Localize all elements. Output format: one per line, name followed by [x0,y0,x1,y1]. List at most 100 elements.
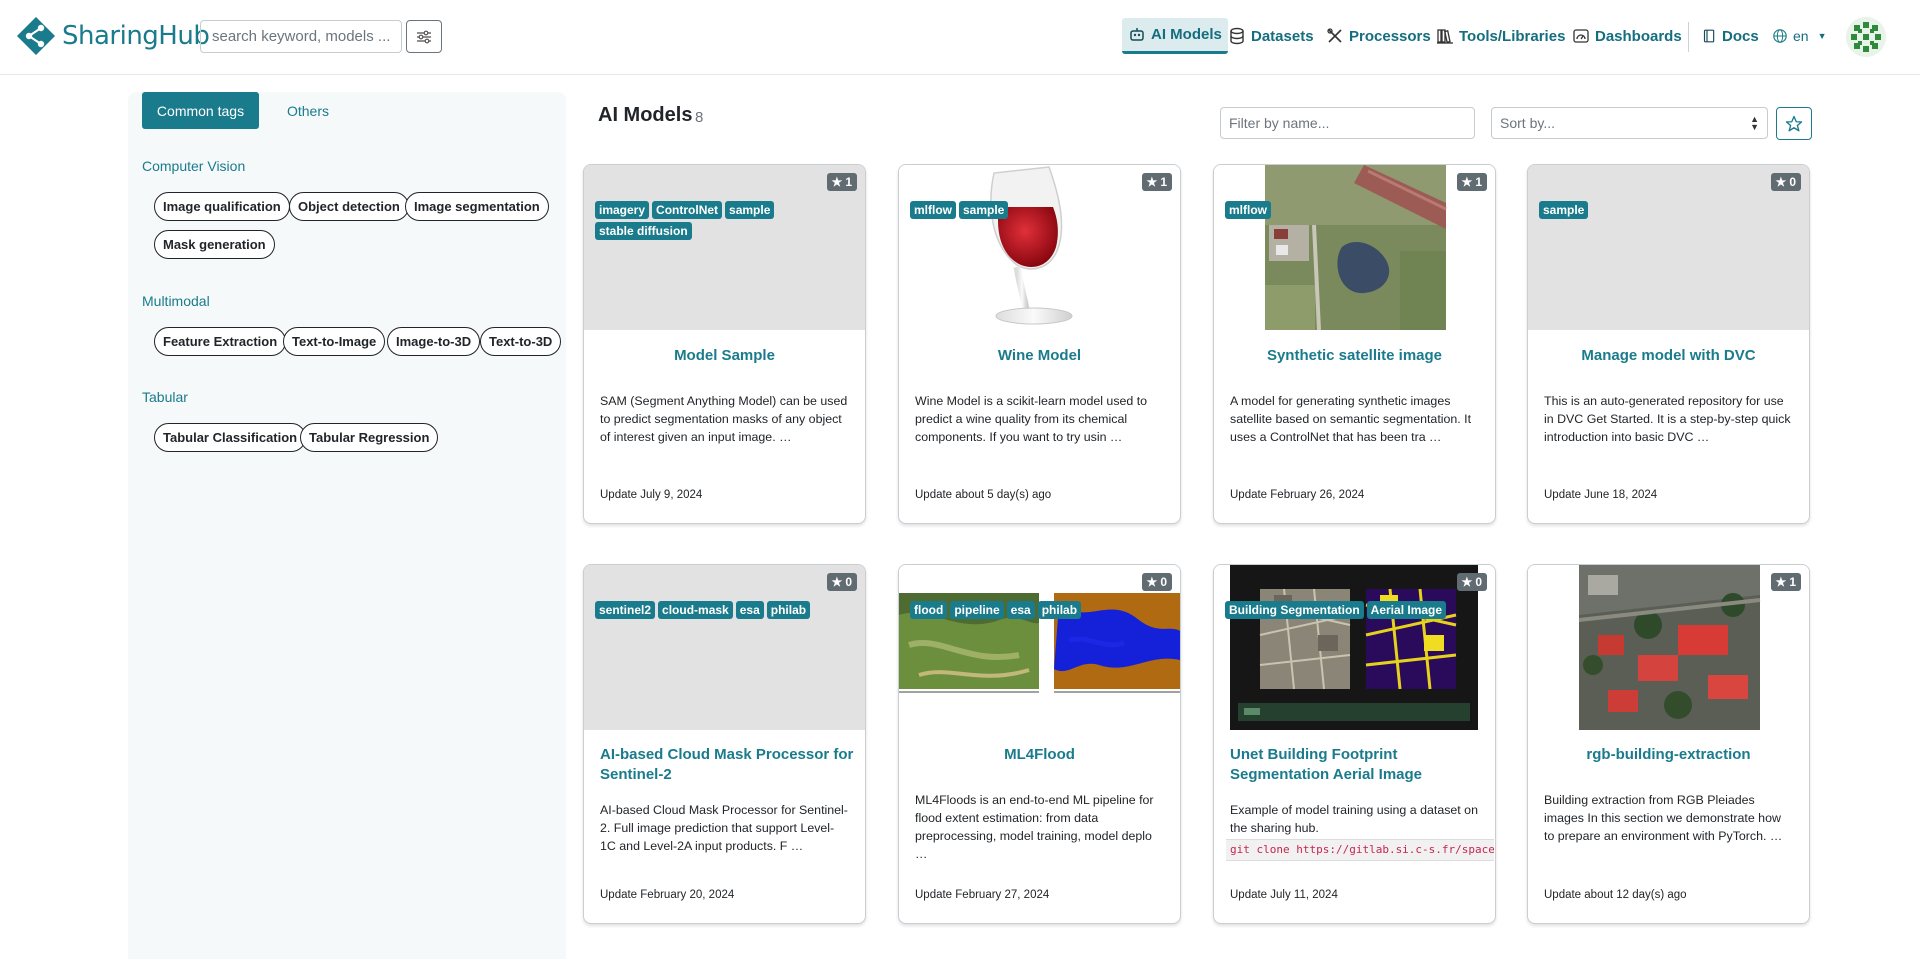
nav-label: Tools/Libraries [1459,27,1566,45]
search-filter-button[interactable] [406,20,442,53]
card-thumbnail [584,565,865,730]
card-thumbnail [1214,165,1495,330]
model-card[interactable]: ★ 0 Building Segmentation Aerial Image Un… [1213,564,1496,924]
tag-chip[interactable]: philab [766,601,811,619]
tag-chip[interactable]: esa [735,601,764,619]
star-count-badge: ★ 1 [826,173,857,191]
card-title[interactable]: Manage model with DVC [1538,346,1799,366]
model-card[interactable]: ★ 0 sentinel2 cloud-mask esa philab AI-ba… [583,564,866,924]
tag-chip[interactable]: philab [1037,601,1082,619]
model-card[interactable]: ★ 1 mlflow sample Wine Model Wine Model i… [898,164,1181,524]
category-title[interactable]: Tabular [142,389,188,405]
tag-pill[interactable]: Image-to-3D [387,327,481,356]
star-count-badge: ★ 1 [1770,573,1801,591]
library-icon [1437,29,1453,44]
tag-pill[interactable]: Mask generation [154,230,275,259]
category-title[interactable]: Computer Vision [142,158,245,174]
tag-chip[interactable]: Building Segmentation [1225,601,1364,619]
tag-chip[interactable]: mlflow [1225,201,1271,219]
model-card[interactable]: ★ 1 rgb-building-extraction Building extr… [1527,564,1810,924]
tag-chip[interactable]: cloud-mask [658,601,733,619]
user-avatar[interactable] [1846,17,1886,57]
card-title[interactable]: Unet Building Footprint Segmentation Aer… [1230,745,1485,785]
star-count-badge: ★ 1 [1456,173,1487,191]
tab-others[interactable]: Others [264,92,352,129]
star-count: 1 [1475,175,1482,189]
tab-common-tags[interactable]: Common tags [142,92,259,129]
brand-link[interactable]: SharingHub [16,16,210,56]
card-title[interactable]: AI-based Cloud Mask Processor for Sentin… [600,745,855,785]
brand-name: SharingHub [62,21,210,51]
star-count-badge: ★ 0 [1770,173,1801,191]
nav-docs[interactable]: Docs [1696,18,1765,54]
nav-tools-libraries[interactable]: Tools/Libraries [1430,18,1571,54]
model-card[interactable]: ★ 1 mlflow Synthetic satellite image A mo… [1213,164,1496,524]
card-title[interactable]: Wine Model [909,346,1170,366]
sharinghub-logo-icon [17,17,55,55]
star-count: 0 [1475,575,1482,589]
star-icon: ★ [1775,575,1787,589]
star-icon: ★ [1775,175,1787,189]
tag-pill[interactable]: Feature Extraction [154,327,287,356]
tag-pill[interactable]: Text-to-Image [283,327,386,356]
avatar-identicon-icon [1846,17,1886,57]
tag-chip[interactable]: sample [959,201,1009,219]
tag-chip[interactable]: esa [1006,601,1035,619]
tag-chip[interactable]: sample [1539,201,1589,219]
search-input[interactable]: search keyword, models ... [200,20,402,53]
starred-filter-button[interactable] [1776,107,1812,140]
tag-chip[interactable]: stable diffusion [595,222,692,240]
nav-ai-models[interactable]: AI Models [1122,18,1228,54]
tag-chip[interactable]: mlflow [910,201,956,219]
tag-pill[interactable]: Text-to-3D [480,327,562,356]
card-title[interactable]: rgb-building-extraction [1538,745,1799,765]
tag-pill[interactable]: Image segmentation [405,192,549,221]
star-icon: ★ [1461,575,1473,589]
category-title[interactable]: Multimodal [142,293,210,309]
card-updated: Update July 9, 2024 [600,489,703,501]
nav-label: Processors [1349,27,1431,45]
tag-chip[interactable]: imagery [595,201,650,219]
robot-icon [1130,27,1144,41]
card-thumbnail [899,565,1180,730]
satellite-image-icon [1265,165,1447,330]
globe-icon [1773,29,1787,43]
card-description-text: Example of model training using a datase… [1230,803,1478,835]
card-title[interactable]: ML4Flood [909,745,1170,765]
card-updated: Update February 20, 2024 [600,889,735,901]
tag-chip[interactable]: pipeline [950,601,1004,619]
card-title[interactable]: Model Sample [594,346,855,366]
tag-chip[interactable]: Aerial Image [1366,601,1447,619]
tag-pill[interactable]: Image qualification [154,192,290,221]
card-description: Example of model training using a datase… [1226,801,1494,861]
tag-pill[interactable]: Object detection [289,192,409,221]
tag-chip[interactable]: flood [910,601,948,619]
tag-chip[interactable]: ControlNet [652,201,723,219]
tag-chip[interactable]: sample [725,201,775,219]
search-placeholder: search keyword, models ... [212,28,390,45]
tag-chip[interactable]: sentinel2 [595,601,656,619]
language-dropdown[interactable]: en ▼ [1766,18,1833,54]
filter-by-name-input[interactable]: Filter by name... [1220,107,1475,139]
model-card[interactable]: ★ 1 imagery ControlNet sample stable diff… [583,164,866,524]
select-arrows-icon: ▲ ▼ [1750,114,1759,132]
nav-datasets[interactable]: Datasets [1222,18,1320,54]
sort-select[interactable]: Sort by... ▲ ▼ [1491,107,1768,139]
tools-icon [1327,28,1342,43]
model-card[interactable]: ★ 0 flood pipeline esa philab ML4Flood ML… [898,564,1181,924]
card-thumbnail [899,165,1180,330]
card-description: This is an auto-generated repository for… [1544,394,1791,444]
nav-processors[interactable]: Processors [1320,18,1437,54]
nav-dashboards[interactable]: Dashboards [1566,18,1688,54]
tag-pill[interactable]: Tabular Classification [154,423,307,452]
star-icon: ★ [831,175,843,189]
tags-sidebar: Common tags Others Computer Vision Image… [128,92,566,959]
flood-map-icon [899,593,1180,693]
card-description: AI-based Cloud Mask Processor for Sentin… [600,803,848,853]
card-title[interactable]: Synthetic satellite image [1224,346,1485,366]
tag-pill[interactable]: Tabular Regression [300,423,439,452]
star-icon: ★ [831,575,843,589]
card-tags: sentinel2 cloud-mask esa philab [595,601,855,619]
model-card[interactable]: ★ 0 sample Manage model with DVC This is … [1527,164,1810,524]
star-count-badge: ★ 1 [1141,173,1172,191]
